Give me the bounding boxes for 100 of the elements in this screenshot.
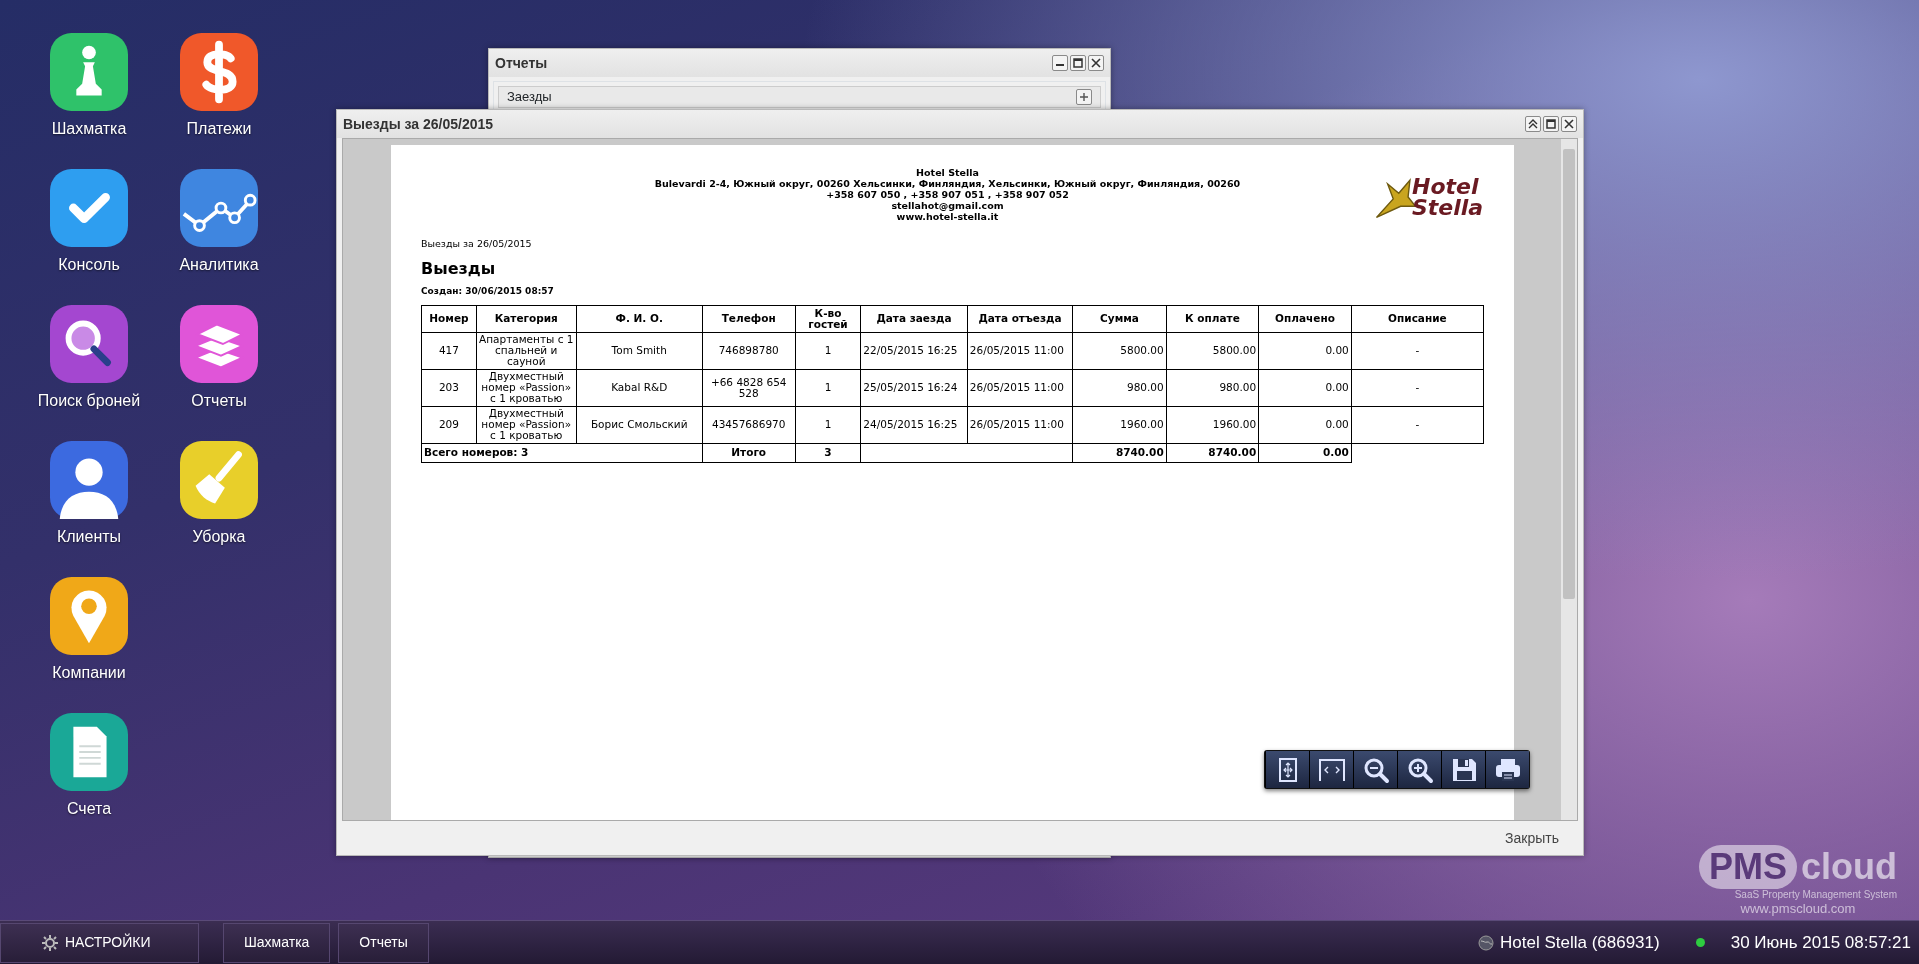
table-cell: 1 xyxy=(795,332,861,370)
table-cell: +66 4828 654 528 xyxy=(702,369,796,407)
table-cell: 5800.00 xyxy=(1166,332,1259,370)
column-header: К оплате xyxy=(1166,305,1259,333)
table-cell: 25/05/2015 16:24 xyxy=(860,369,968,407)
taskbar-button[interactable]: Отчеты xyxy=(338,922,429,963)
hotel-phones: +358 607 050 , +358 907 051 , +358 907 052 xyxy=(826,189,1069,200)
column-header: Дата заезда xyxy=(860,305,968,333)
table-cell: 5800.00 xyxy=(1072,332,1167,370)
column-header: Оплачено xyxy=(1258,305,1352,333)
report-subtitle: Выезды за 26/05/2015 xyxy=(421,237,533,251)
document-icon xyxy=(49,713,129,791)
desktop-shortcut[interactable]: Отчеты xyxy=(154,305,284,413)
table-cell: 203 xyxy=(421,369,477,407)
column-header: Дата отъезда xyxy=(967,305,1073,333)
table-cell: 43457686970 xyxy=(702,406,796,444)
close-text-button[interactable]: Закрыть xyxy=(1501,825,1563,851)
table-cell: Tom Smith xyxy=(576,332,703,370)
table-cell: 1960.00 xyxy=(1072,406,1167,444)
column-header: Сумма xyxy=(1072,305,1167,333)
column-header: К-во гостей xyxy=(795,305,861,333)
table-cell: 22/05/2015 16:25 xyxy=(860,332,968,370)
hotel-address: Bulevardi 2-4, Южный округ, 00260 Хельсинки, Финляндия, Хельсинки, Южный округ, Финляндия, 00260 xyxy=(654,178,1241,189)
double-chevron-up-icon xyxy=(1528,119,1538,129)
desktop-shortcut[interactable]: Платежи xyxy=(154,33,284,141)
close-button[interactable] xyxy=(1088,55,1104,71)
map-pin-icon xyxy=(49,577,129,655)
table-cell: 26/05/2015 11:00 xyxy=(967,332,1073,370)
magnifier-icon xyxy=(49,305,129,383)
toolbar-button[interactable] xyxy=(1353,751,1397,788)
hotel-name: Hotel Stella xyxy=(916,167,979,178)
wallpaper-url: www.pmscloud.com xyxy=(1739,901,1857,917)
table-cell: 209 xyxy=(421,406,477,444)
maximize-icon xyxy=(1073,58,1083,68)
column-header: Номер xyxy=(421,305,477,333)
globe-icon xyxy=(1478,934,1494,951)
report-group-label: Заезды xyxy=(507,88,553,107)
maximize-button[interactable] xyxy=(1070,55,1086,71)
toolbar-button[interactable] xyxy=(1265,751,1309,788)
broom-icon xyxy=(179,441,259,519)
minimize-button[interactable] xyxy=(1052,55,1068,71)
table-cell: 417 xyxy=(421,332,477,370)
gear-icon xyxy=(41,933,59,952)
date-time: 30 Июнь 2015 08:57:21 xyxy=(1730,931,1911,954)
table-cell: 24/05/2015 16:25 xyxy=(860,406,968,444)
maximize-button[interactable] xyxy=(1543,116,1559,132)
maximize-icon xyxy=(1546,119,1556,129)
table-cell: 26/05/2015 11:00 xyxy=(967,369,1073,407)
desktop-shortcut[interactable]: Компании xyxy=(24,577,154,685)
expand-button[interactable] xyxy=(1076,89,1092,105)
desktop-shortcut[interactable]: Аналитика xyxy=(154,169,284,277)
column-header: Категория xyxy=(476,305,577,333)
table-cell: - xyxy=(1351,406,1484,444)
desktop-shortcut[interactable]: Поиск броней xyxy=(24,305,154,413)
column-header: Ф. И. О. xyxy=(576,305,703,333)
books-icon xyxy=(179,305,259,383)
table-cell: Апартаменты с 1 спальней и сауной xyxy=(476,332,577,370)
window-title: Отчеты xyxy=(495,53,549,73)
wallpaper-logo-brand: PMS xyxy=(1699,845,1797,889)
total-cell: 3 xyxy=(795,443,861,463)
collapse-button[interactable] xyxy=(1525,116,1541,132)
close-icon xyxy=(1091,58,1101,68)
desktop-shortcut[interactable]: Консоль xyxy=(24,169,154,277)
wallpaper-tagline: SaaS Property Management System xyxy=(1733,889,1897,901)
toolbar-button[interactable] xyxy=(1397,751,1441,788)
settings-button[interactable]: НАСТРОЙКИ xyxy=(0,922,199,963)
desktop-shortcut[interactable]: Шахматка xyxy=(24,33,154,141)
toolbar-button[interactable] xyxy=(1441,751,1485,788)
table-cell: 980.00 xyxy=(1072,369,1167,407)
table-cell: Двухместный номер «Passion» с 1 кроватью xyxy=(476,369,577,407)
close-button[interactable] xyxy=(1561,116,1577,132)
desktop-shortcut[interactable]: Счета xyxy=(24,713,154,821)
table-cell: 26/05/2015 11:00 xyxy=(967,406,1073,444)
scrollbar[interactable] xyxy=(1561,139,1577,820)
column-header: Телефон xyxy=(702,305,796,333)
table-cell: - xyxy=(1351,332,1484,370)
chess-pawn-icon xyxy=(49,33,129,111)
table-cell: Kabal R&D xyxy=(576,369,703,407)
table-cell: 1 xyxy=(795,369,861,407)
window-title: Выезды за 26/05/2015 xyxy=(343,114,495,134)
total-cell: Итого xyxy=(702,443,796,463)
toolbar-button[interactable] xyxy=(1309,751,1353,788)
column-header: Описание xyxy=(1351,305,1484,333)
checkmark-icon xyxy=(49,169,129,247)
taskbar-button[interactable]: Шахматка xyxy=(223,922,331,963)
table-cell: 980.00 xyxy=(1166,369,1259,407)
table-cell: 0.00 xyxy=(1258,406,1352,444)
toolbar-button[interactable] xyxy=(1485,751,1529,788)
hotel-email: stellahot@gmail.com xyxy=(891,200,1004,211)
created-date: Создан: 30/06/2015 08:57 xyxy=(421,285,555,299)
line-chart-icon xyxy=(179,169,259,247)
report-group-header[interactable]: Заезды xyxy=(498,86,1101,108)
total-cell: 0.00 xyxy=(1258,443,1352,463)
table-cell: Борис Смольский xyxy=(576,406,703,444)
desktop-shortcut[interactable]: Клиенты xyxy=(24,441,154,549)
desktop-shortcut[interactable]: Уборка xyxy=(154,441,284,549)
table-cell: Двухместный номер «Passion» с 1 кроватью xyxy=(476,406,577,444)
total-cell: 8740.00 xyxy=(1166,443,1259,463)
report-heading: Выезды xyxy=(421,258,497,281)
hotel-name: Hotel Stella (686931) xyxy=(1500,931,1660,954)
